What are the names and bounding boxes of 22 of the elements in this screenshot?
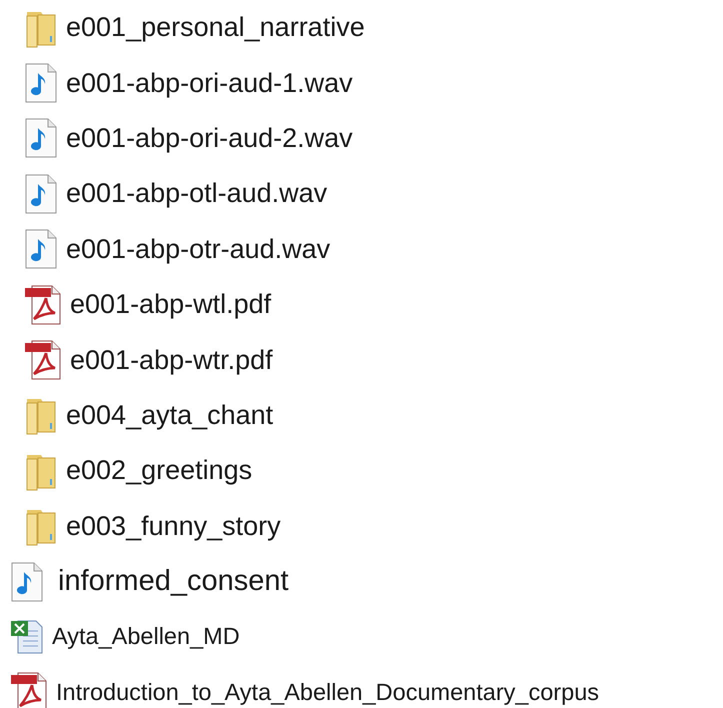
spreadsheet-file-icon: [10, 618, 44, 655]
pdf-file-icon: [24, 284, 62, 325]
music-file-icon: [24, 118, 58, 158]
pdf-file-icon: [10, 672, 48, 708]
file-name[interactable]: e001-abp-wtl.pdf: [70, 289, 272, 320]
file-name[interactable]: e003_funny_story: [66, 510, 281, 542]
music-file-icon: [24, 63, 58, 104]
music-file-icon: [10, 562, 44, 602]
file-name[interactable]: e004_ayta_chant: [66, 400, 274, 431]
file-name[interactable]: e001-abp-ori-aud-2.wav: [66, 122, 353, 154]
file-name[interactable]: e001-abp-ori-aud-1.wav: [66, 68, 353, 99]
file-name[interactable]: e002_greetings: [66, 455, 252, 486]
music-file-icon: [24, 174, 58, 214]
file-name[interactable]: informed_consent: [58, 565, 289, 598]
file-name[interactable]: e001_personal_narrative: [66, 12, 365, 44]
file-name[interactable]: Introduction_to_Ayta_Abellen_Documentary_corpus: [56, 678, 600, 706]
file-name[interactable]: e001-abp-wtr.pdf: [70, 344, 273, 376]
file-name[interactable]: e001-abp-otl-aud.wav: [66, 178, 328, 210]
file-name[interactable]: Ayta_Abellen_MD: [52, 623, 240, 650]
music-file-icon: [24, 229, 58, 270]
pdf-file-icon: [24, 340, 62, 380]
file-name[interactable]: e001-abp-otr-aud.wav: [66, 234, 330, 265]
